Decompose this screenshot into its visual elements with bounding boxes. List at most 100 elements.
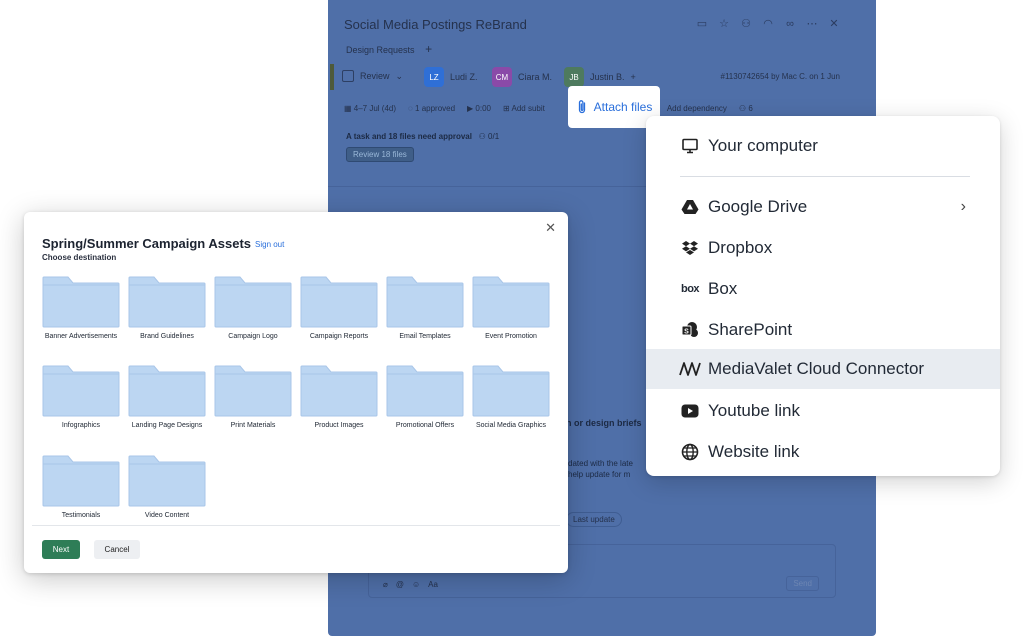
menu-item-your-computer[interactable]: Your computer	[646, 126, 1000, 166]
folder-label: Infographics	[61, 422, 101, 429]
send-button[interactable]: Send	[786, 576, 819, 591]
approved-count[interactable]: ◌ 1 approved	[408, 104, 455, 113]
timer[interactable]: ▶ 0:00	[467, 104, 491, 113]
add-subitem[interactable]: ⊞ Add subit	[503, 104, 545, 113]
cancel-button[interactable]: Cancel	[94, 540, 140, 559]
next-button[interactable]: Next	[42, 540, 80, 559]
folder-item[interactable]: Event Promotion	[468, 276, 554, 340]
folder-label: Print Materials	[230, 422, 276, 429]
folder-item[interactable]: Social Media Graphics	[468, 365, 554, 429]
status-color-bar	[330, 64, 334, 90]
chevron-down-icon: ⌄	[395, 70, 404, 81]
copy-icon[interactable]: ▭	[696, 18, 708, 30]
status-dropdown[interactable]: Review ⌄	[342, 70, 403, 82]
folder-label: Landing Page Designs	[131, 422, 203, 429]
approval-box: A task and 18 files need approval ⚇ 0/1 …	[346, 132, 646, 162]
tab-design-requests[interactable]: Design Requests +	[346, 42, 432, 56]
sign-out-link[interactable]: Sign out	[255, 240, 284, 249]
folder-label: Banner Advertisements	[44, 333, 118, 340]
link-icon[interactable]: ∞	[784, 18, 796, 30]
description-text: dated with the late help update for m	[568, 458, 633, 480]
menu-item-website-link[interactable]: Website link	[646, 432, 1000, 472]
more-icon[interactable]: ⋯	[806, 18, 818, 30]
box-icon: box	[680, 283, 700, 295]
menu-item-sharepoint[interactable]: S SharePoint	[646, 310, 1000, 350]
folder-label: Email Templates	[399, 333, 451, 340]
folder-item[interactable]: Infographics	[38, 365, 124, 429]
folder-label: Promotional Offers	[395, 422, 455, 429]
svg-text:S: S	[684, 329, 689, 336]
folder-item[interactable]: Campaign Logo	[210, 276, 296, 340]
add-assignee-icon[interactable]: +	[631, 72, 636, 82]
users-icon[interactable]: ⚇	[740, 18, 752, 30]
assignee[interactable]: CM Ciara M.	[492, 67, 552, 87]
attach-files-label: Attach files	[593, 100, 653, 114]
menu-item-dropbox[interactable]: Dropbox	[646, 228, 1000, 268]
mention-icon[interactable]: @	[396, 580, 404, 589]
date-range[interactable]: ▦ 4–7 Jul (4d)	[344, 104, 396, 113]
google-drive-icon	[678, 199, 702, 215]
globe-icon	[678, 443, 702, 461]
approval-count: 0/1	[488, 132, 500, 141]
folder-item[interactable]: Promotional Offers	[382, 365, 468, 429]
folder-item[interactable]: Print Materials	[210, 365, 296, 429]
folder-item[interactable]: Banner Advertisements	[38, 276, 124, 340]
close-icon[interactable]: ✕	[545, 220, 556, 236]
rss-icon[interactable]: ◠	[762, 18, 774, 30]
task-id: #1130742654 by Mac C. on 1 Jun	[720, 72, 841, 81]
date-text: 4–7 Jul (4d)	[353, 104, 397, 113]
last-update-tab[interactable]: Last update	[566, 512, 622, 527]
folder-label: Event Promotion	[485, 333, 537, 340]
menu-item-label: Your computer	[708, 136, 818, 155]
menu-item-label: Google Drive	[708, 197, 808, 216]
assignee[interactable]: JB Justin B. +	[564, 67, 636, 87]
star-icon[interactable]: ☆	[718, 18, 730, 30]
review-files-button[interactable]: Review 18 files	[346, 147, 414, 162]
folder-icon	[214, 276, 292, 328]
monitor-icon	[678, 138, 702, 154]
folder-icon	[128, 276, 206, 328]
folder-icon	[472, 276, 550, 328]
avatar: CM	[492, 67, 512, 87]
emoji-icon[interactable]: ☺	[412, 580, 420, 589]
dialog-title: Spring/Summer Campaign Assets	[42, 236, 252, 251]
description-heading: n or design briefs	[566, 418, 642, 428]
assignee[interactable]: LZ Ludi Z.	[424, 67, 478, 87]
menu-item-label: Box	[708, 279, 738, 298]
folder-icon	[300, 276, 378, 328]
status-checkbox[interactable]	[342, 70, 354, 82]
task-title: Social Media Postings ReBrand	[344, 17, 527, 32]
menu-divider	[680, 176, 970, 177]
timer-text: 0:00	[475, 104, 491, 113]
folder-item[interactable]: Email Templates	[382, 276, 468, 340]
sharepoint-icon: S	[678, 321, 702, 339]
folder-item[interactable]: Brand Guidelines	[124, 276, 210, 340]
youtube-icon	[678, 404, 702, 418]
attachment-icon[interactable]: ⌀	[383, 580, 388, 589]
assignee-name: Ciara M.	[518, 72, 553, 82]
folder-item[interactable]: Campaign Reports	[296, 276, 382, 340]
followers[interactable]: ⚇ 6	[739, 104, 753, 113]
folder-label: Social Media Graphics	[475, 422, 547, 429]
menu-item-label: Website link	[708, 442, 800, 461]
tab-label: Design Requests	[346, 45, 415, 55]
menu-item-youtube-link[interactable]: Youtube link	[646, 391, 1000, 431]
followers-count: 6	[748, 104, 753, 113]
menu-item-box[interactable]: box Box	[646, 269, 1000, 309]
folder-label: Campaign Reports	[309, 333, 369, 340]
format-text[interactable]: Aa	[428, 580, 438, 589]
add-tab-icon[interactable]: +	[425, 42, 432, 56]
folder-icon	[386, 276, 464, 328]
folder-item[interactable]: Video Content	[124, 455, 210, 519]
menu-item-label: Youtube link	[708, 401, 801, 420]
close-icon[interactable]: ✕	[828, 18, 840, 30]
menu-item-mediavalet[interactable]: MediaValet Cloud Connector	[646, 349, 1000, 389]
folder-item[interactable]: Landing Page Designs	[124, 365, 210, 429]
dialog-subtitle: Choose destination	[42, 253, 117, 262]
avatar: LZ	[424, 67, 444, 87]
menu-item-google-drive[interactable]: Google Drive ›	[646, 187, 1000, 227]
folder-item[interactable]: Product Images	[296, 365, 382, 429]
dropbox-icon	[678, 240, 702, 256]
folder-item[interactable]: Testimonials	[38, 455, 124, 519]
add-dependency[interactable]: Add dependency	[667, 104, 727, 113]
